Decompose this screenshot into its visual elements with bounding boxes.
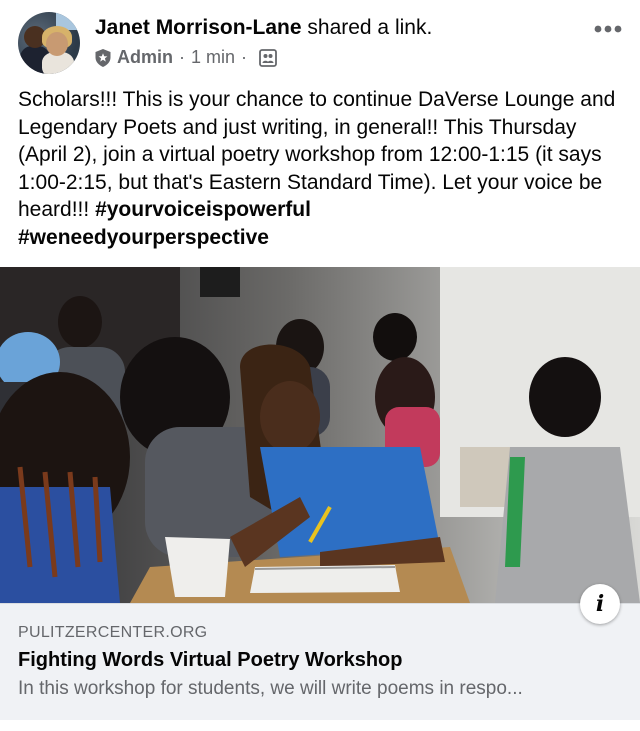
link-description: In this workshop for students, we will w… (18, 678, 523, 699)
info-button[interactable]: i (580, 584, 620, 624)
author-avatar[interactable] (18, 12, 80, 74)
group-audience-icon[interactable] (259, 48, 277, 67)
classroom-photo (0, 267, 640, 603)
author-line: Janet Morrison-Lane shared a link. (95, 16, 432, 40)
more-horizontal-icon[interactable] (594, 22, 622, 36)
post-message: Scholars!!! This is your chance to conti… (18, 86, 628, 252)
feed-post: Janet Morrison-Lane shared a link. Admin… (0, 0, 640, 731)
post-timestamp[interactable]: 1 min (191, 47, 235, 68)
hashtag-link[interactable]: #yourvoiceispowerful (95, 198, 311, 221)
shared-link-image[interactable] (0, 267, 640, 603)
post-action-text: shared a link. (307, 16, 433, 39)
post-meta: Admin · 1 min · (95, 47, 277, 68)
link-domain: PULITZERCENTER.ORG (18, 624, 208, 641)
info-icon: i (595, 591, 605, 617)
role-badge: Admin (117, 47, 173, 67)
meta-separator-2: · (241, 47, 248, 67)
hashtag-link-2[interactable]: #weneedyourperspective (18, 226, 269, 249)
meta-separator: · (179, 47, 185, 67)
post-header: Janet Morrison-Lane shared a link. Admin… (0, 0, 640, 86)
shield-star-icon (95, 48, 111, 67)
link-title[interactable]: Fighting Words Virtual Poetry Workshop (18, 649, 402, 672)
link-preview[interactable]: PULITZERCENTER.ORG Fighting Words Virtua… (0, 603, 640, 720)
author-name[interactable]: Janet Morrison-Lane (95, 16, 302, 39)
